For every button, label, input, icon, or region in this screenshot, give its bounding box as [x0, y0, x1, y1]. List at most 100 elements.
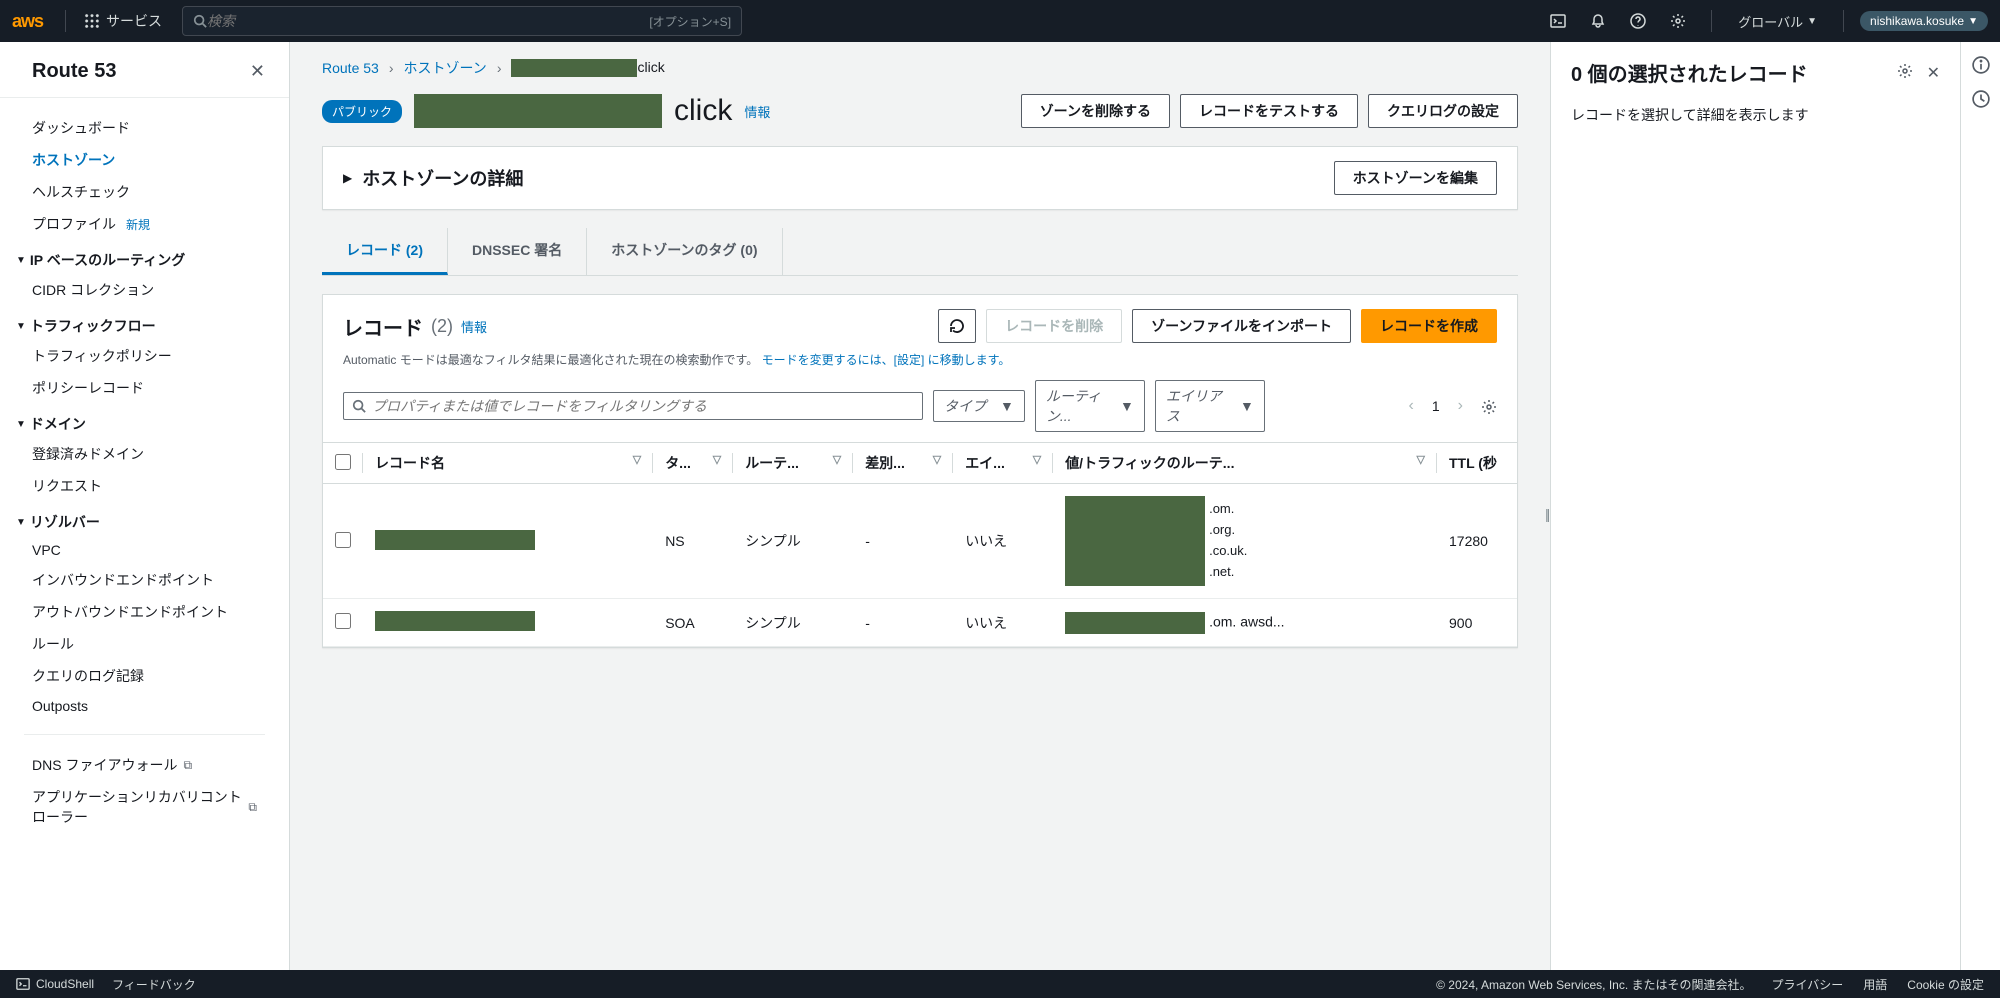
- delete-zone-button[interactable]: ゾーンを削除する: [1021, 94, 1170, 128]
- sidebar-item-hosted-zones[interactable]: ホストゾーン: [0, 144, 289, 176]
- cell-ttl: 900: [1437, 599, 1517, 647]
- filter-routing[interactable]: ルーティン...▼: [1035, 380, 1145, 432]
- breadcrumb-root[interactable]: Route 53: [322, 60, 379, 76]
- grid-icon: [84, 13, 100, 29]
- filter-search[interactable]: [343, 392, 923, 420]
- section-ip-routing[interactable]: ▼IP ベースのルーティング: [0, 240, 289, 274]
- cookie-link[interactable]: Cookie の設定: [1907, 976, 1984, 993]
- filter-input[interactable]: [372, 398, 914, 414]
- table-row[interactable]: SOA シンプル - いいえ .om. awsd... 900: [323, 599, 1517, 647]
- sidebar-item-vpc[interactable]: VPC: [0, 536, 289, 564]
- create-record-button[interactable]: レコードを作成: [1361, 309, 1497, 343]
- help-icon[interactable]: [1621, 4, 1655, 38]
- tab-records[interactable]: レコード (2): [322, 228, 448, 275]
- prev-page[interactable]: ‹: [1405, 393, 1418, 419]
- search-input[interactable]: [207, 13, 649, 29]
- select-all-checkbox[interactable]: [335, 454, 351, 470]
- chevron-down-icon: ▼: [16, 517, 26, 528]
- sidebar-item-policy-record[interactable]: ポリシーレコード: [0, 372, 289, 404]
- sidebar-item-registered-domains[interactable]: 登録済みドメイン: [0, 438, 289, 470]
- close-pane-icon[interactable]: ✕: [1927, 63, 1940, 83]
- region-selector[interactable]: グローバル▼: [1728, 12, 1827, 31]
- breadcrumb-hosted-zones[interactable]: ホストゾーン: [404, 58, 487, 78]
- row-checkbox[interactable]: [335, 613, 351, 629]
- col-routing[interactable]: ルーテ...▽: [733, 443, 853, 484]
- sidebar-item-inbound[interactable]: インバウンドエンドポイント: [0, 564, 289, 596]
- user-menu[interactable]: nishikawa.kosuke▼: [1860, 11, 1988, 31]
- clock-rail-icon[interactable]: [1972, 90, 1990, 108]
- table-settings-icon[interactable]: [1481, 397, 1497, 414]
- query-log-button[interactable]: クエリログの設定: [1368, 94, 1518, 128]
- col-ttl[interactable]: TTL (秒: [1437, 443, 1517, 484]
- next-page[interactable]: ›: [1454, 393, 1467, 419]
- section-domains[interactable]: ▼ドメイン: [0, 404, 289, 438]
- notifications-icon[interactable]: [1581, 4, 1615, 38]
- close-sidebar-icon[interactable]: ✕: [250, 61, 265, 82]
- cell-diff: -: [853, 484, 953, 599]
- tab-tags[interactable]: ホストゾーンのタグ (0): [587, 228, 782, 275]
- top-nav: aws サービス [オプション+S] グローバル▼ nishikawa.kosu…: [0, 0, 2000, 42]
- feedback-link[interactable]: フィードバック: [112, 976, 196, 993]
- privacy-link[interactable]: プライバシー: [1772, 976, 1844, 993]
- cloudshell-button[interactable]: CloudShell: [16, 977, 94, 991]
- change-mode-link[interactable]: モードを変更するには、[設定] に移動します。: [762, 353, 1011, 367]
- sidebar-item-dns-firewall[interactable]: DNS ファイアウォール ⧉: [0, 749, 289, 781]
- expand-icon[interactable]: ▶: [343, 171, 352, 185]
- sidebar-item-traffic-policy[interactable]: トラフィックポリシー: [0, 340, 289, 372]
- info-link[interactable]: 情報: [744, 102, 770, 121]
- section-traffic-flow[interactable]: ▼トラフィックフロー: [0, 306, 289, 340]
- tabs: レコード (2) DNSSEC 署名 ホストゾーンのタグ (0): [322, 228, 1518, 276]
- sidebar-item-outbound[interactable]: アウトバウンドエンドポイント: [0, 596, 289, 628]
- aws-logo[interactable]: aws: [12, 11, 43, 32]
- table-row[interactable]: NS シンプル - いいえ .om. .org. .co.uk. .net.: [323, 484, 1517, 599]
- terms-link[interactable]: 用語: [1863, 976, 1887, 993]
- redacted: [375, 530, 535, 550]
- sidebar-item-query-log[interactable]: クエリのログ記録: [0, 660, 289, 692]
- edit-zone-button[interactable]: ホストゾーンを編集: [1334, 161, 1497, 195]
- sort-icon[interactable]: ▽: [833, 453, 841, 466]
- sidebar-item-requests[interactable]: リクエスト: [0, 470, 289, 502]
- col-value[interactable]: 値/トラフィックのルーテ...▽: [1053, 443, 1437, 484]
- col-alias[interactable]: エイ...▽: [953, 443, 1053, 484]
- section-resolver[interactable]: ▼リゾルバー: [0, 502, 289, 536]
- col-diff[interactable]: 差別...▽: [853, 443, 953, 484]
- settings-icon[interactable]: [1661, 4, 1695, 38]
- refresh-button[interactable]: [938, 309, 976, 343]
- cloudshell-icon[interactable]: [1541, 4, 1575, 38]
- terminal-icon: [16, 977, 30, 991]
- row-checkbox[interactable]: [335, 532, 351, 548]
- filter-alias[interactable]: エイリアス▼: [1155, 380, 1265, 432]
- sort-icon[interactable]: ▽: [1033, 453, 1041, 466]
- import-zone-button[interactable]: ゾーンファイルをインポート: [1132, 309, 1351, 343]
- test-record-button[interactable]: レコードをテストする: [1180, 94, 1358, 128]
- sort-icon[interactable]: ▽: [1417, 453, 1425, 466]
- filter-type[interactable]: タイプ▼: [933, 390, 1025, 422]
- col-type[interactable]: タ...▽: [653, 443, 733, 484]
- sidebar-item-dashboard[interactable]: ダッシュボード: [0, 112, 289, 144]
- redacted: [414, 94, 662, 128]
- tab-dnssec[interactable]: DNSSEC 署名: [448, 228, 587, 275]
- sidebar-item-arc[interactable]: アプリケーションリカバリコントローラー ⧉: [0, 781, 289, 833]
- chevron-right-icon: ›: [389, 60, 394, 76]
- sidebar-item-health-checks[interactable]: ヘルスチェック: [0, 176, 289, 208]
- info-rail-icon[interactable]: [1972, 56, 1990, 74]
- sort-icon[interactable]: ▽: [933, 453, 941, 466]
- sort-icon[interactable]: ▽: [713, 453, 721, 466]
- global-search[interactable]: [オプション+S]: [182, 6, 742, 36]
- records-info-link[interactable]: 情報: [461, 317, 487, 336]
- services-button[interactable]: サービス: [76, 7, 170, 35]
- divider: [1843, 10, 1844, 32]
- pane-settings-icon[interactable]: [1897, 63, 1913, 83]
- sidebar-item-outposts[interactable]: Outposts: [0, 692, 289, 720]
- breadcrumb-current: click: [511, 59, 664, 77]
- delete-record-button[interactable]: レコードを削除: [986, 309, 1122, 343]
- sort-icon[interactable]: ▽: [633, 453, 641, 466]
- sidebar-item-cidr[interactable]: CIDR コレクション: [0, 274, 289, 306]
- sidebar-item-profiles[interactable]: プロファイル 新規: [0, 208, 289, 240]
- cell-ttl: 17280: [1437, 484, 1517, 599]
- page-number: 1: [1432, 398, 1440, 414]
- sidebar-item-rules[interactable]: ルール: [0, 628, 289, 660]
- col-name[interactable]: レコード名▽: [363, 443, 653, 484]
- service-title: Route 53: [32, 60, 116, 83]
- resize-handle[interactable]: ||: [1545, 506, 1548, 522]
